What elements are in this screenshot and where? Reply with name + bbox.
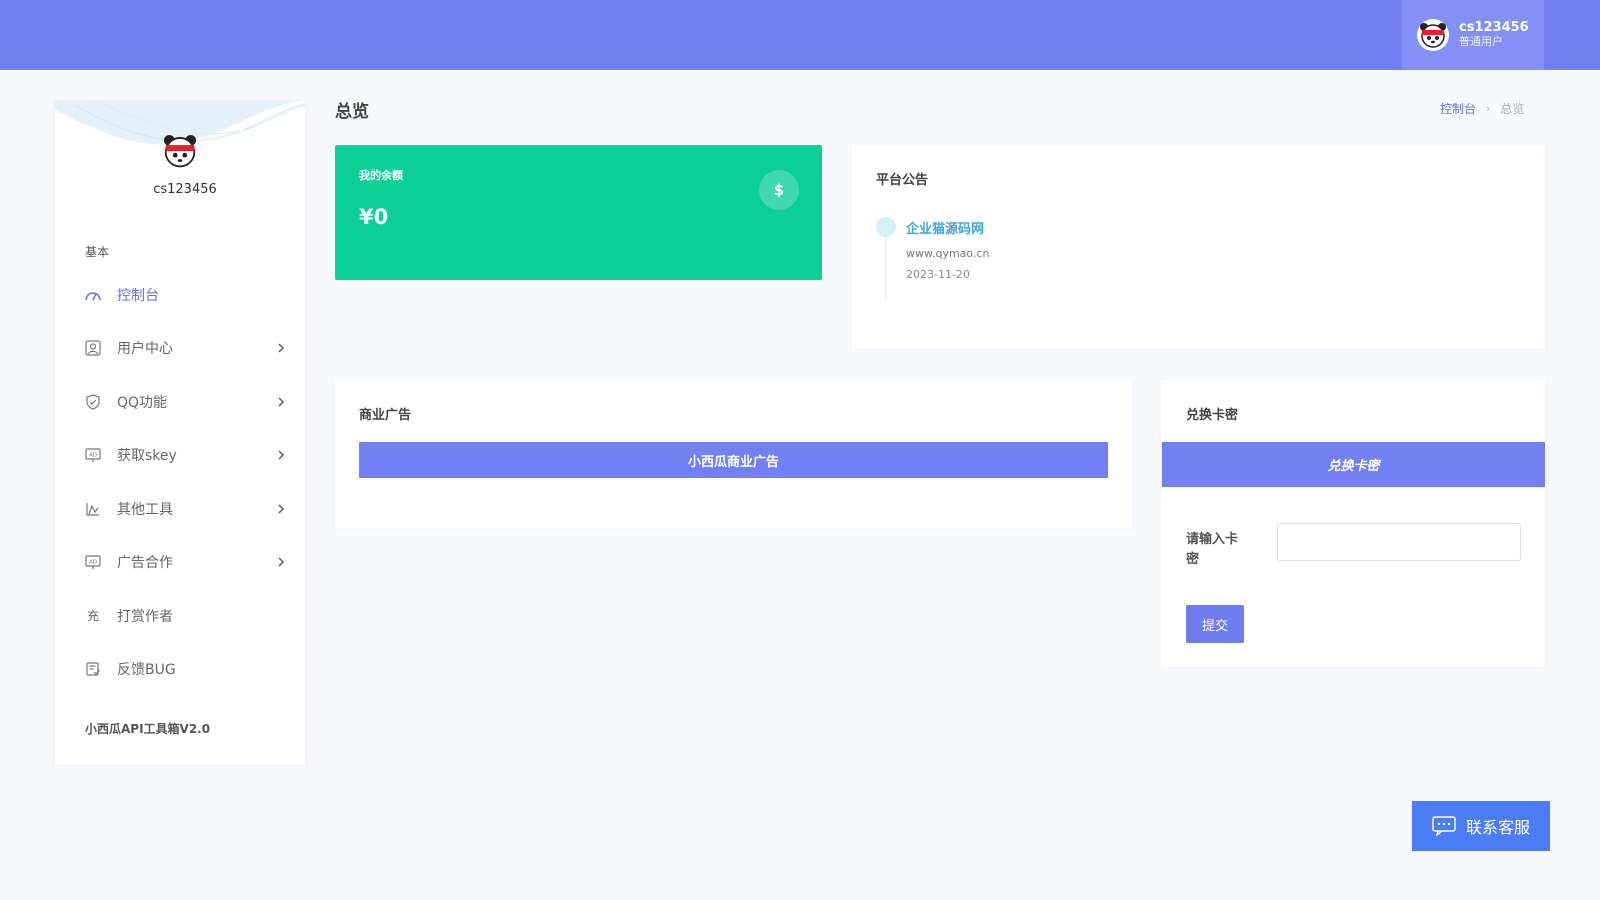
ad-icon: AD <box>83 552 103 572</box>
shield-icon <box>83 392 103 412</box>
sidebar-section-label: 基本 <box>85 245 110 259</box>
sidebar-item-label: 控制台 <box>117 287 159 304</box>
ads-title: 商业广告 <box>359 408 412 423</box>
sidebar-item-label: 广告合作 <box>117 555 173 572</box>
sidebar-item-skey[interactable]: AD 获取skey <box>83 429 284 483</box>
balance-label: 我的余额 <box>359 169 403 182</box>
timeline-line <box>885 237 887 299</box>
sidebar-item-label: 其他工具 <box>117 501 173 518</box>
feedback-icon <box>83 659 103 679</box>
redeem-input-label: 请输入卡密 <box>1186 532 1239 567</box>
chevron-right-icon <box>278 343 284 353</box>
panda-avatar-icon <box>1417 19 1449 51</box>
chat-icon <box>1432 816 1456 836</box>
redeem-banner: 兑换卡密 <box>1162 442 1545 487</box>
announcement-title: 平台公告 <box>876 173 929 188</box>
sidebar-nav: 控制台 用户中心 QQ功能 AD 获取skey 其他工具 AD 广告合作 充 打… <box>83 268 284 697</box>
sidebar-item-ad-cooperation[interactable]: AD 广告合作 <box>83 536 284 590</box>
redeem-card: 兑换卡密 兑换卡密 请输入卡密 提交 <box>1162 380 1545 667</box>
announcement-card: 平台公告 企业猫源码网 www.qymao.cn 2023-11-20 <box>852 145 1545 349</box>
chevron-right-icon <box>278 557 284 567</box>
sidebar-item-label: 用户中心 <box>117 341 173 358</box>
panda-avatar-icon <box>163 134 197 168</box>
svg-text:AD: AD <box>89 453 97 459</box>
sidebar-item-user-center[interactable]: 用户中心 <box>83 322 284 376</box>
sidebar-item-label: 打赏作者 <box>117 608 173 625</box>
sidebar-item-other-tools[interactable]: 其他工具 <box>83 482 284 536</box>
chevron-right-icon <box>278 450 284 460</box>
sidebar-item-feedback[interactable]: 反馈BUG <box>83 643 283 697</box>
user-menu[interactable]: cs123456 普通用户 <box>1402 0 1544 70</box>
breadcrumb: 控制台 › 总览 <box>1440 100 1524 117</box>
breadcrumb-current: 总览 <box>1500 102 1525 116</box>
announcement-item-title[interactable]: 企业猫源码网 <box>906 218 984 237</box>
sidebar-item-label: QQ功能 <box>117 394 168 411</box>
header-user-name: cs123456 <box>1459 20 1529 36</box>
sidebar-item-label: 反馈BUG <box>117 662 176 679</box>
submit-button[interactable]: 提交 <box>1186 605 1244 643</box>
sidebar-item-label: 获取skey <box>117 448 177 465</box>
breadcrumb-separator: › <box>1486 102 1491 115</box>
sidebar-item-qq[interactable]: QQ功能 <box>83 375 284 429</box>
balance-card: 我的余额 ¥0 $ <box>335 145 822 280</box>
chart-icon <box>83 499 103 519</box>
svg-text:AD: AD <box>89 560 97 566</box>
chevron-right-icon <box>278 504 284 514</box>
breadcrumb-link[interactable]: 控制台 <box>1440 100 1476 117</box>
sidebar-item-dashboard[interactable]: 控制台 <box>83 268 283 322</box>
sidebar-item-reward-author[interactable]: 充 打赏作者 <box>83 589 283 643</box>
dollar-icon: $ <box>759 170 799 210</box>
announcement-item-url: www.qymao.cn <box>906 247 990 260</box>
card-key-input[interactable] <box>1277 523 1521 561</box>
ads-card: 商业广告 小西瓜商业广告 <box>335 380 1132 528</box>
timeline-dot <box>876 217 896 237</box>
ad-icon: AD <box>83 445 103 465</box>
ad-banner[interactable]: 小西瓜商业广告 <box>359 442 1108 478</box>
balance-value: ¥0 <box>359 205 389 229</box>
user-icon <box>83 338 103 358</box>
contact-support-label: 联系客服 <box>1466 818 1531 837</box>
sidebar: cs123456 基本 控制台 用户中心 QQ功能 AD 获取skey 其他工具… <box>55 100 305 765</box>
contact-support-button[interactable]: 联系客服 <box>1412 801 1550 851</box>
announcement-item-date: 2023-11-20 <box>906 268 970 281</box>
redeem-title: 兑换卡密 <box>1186 408 1239 423</box>
top-bar: cs123456 普通用户 <box>0 0 1600 70</box>
header-user-role: 普通用户 <box>1459 35 1503 49</box>
chevron-right-icon <box>278 397 284 407</box>
sidebar-footer: 小西瓜API工具箱V2.0 <box>85 722 211 736</box>
charge-icon: 充 <box>86 609 99 624</box>
dashboard-icon <box>83 285 103 305</box>
page-title: 总览 <box>335 102 369 122</box>
sidebar-user-name: cs123456 <box>153 182 217 197</box>
